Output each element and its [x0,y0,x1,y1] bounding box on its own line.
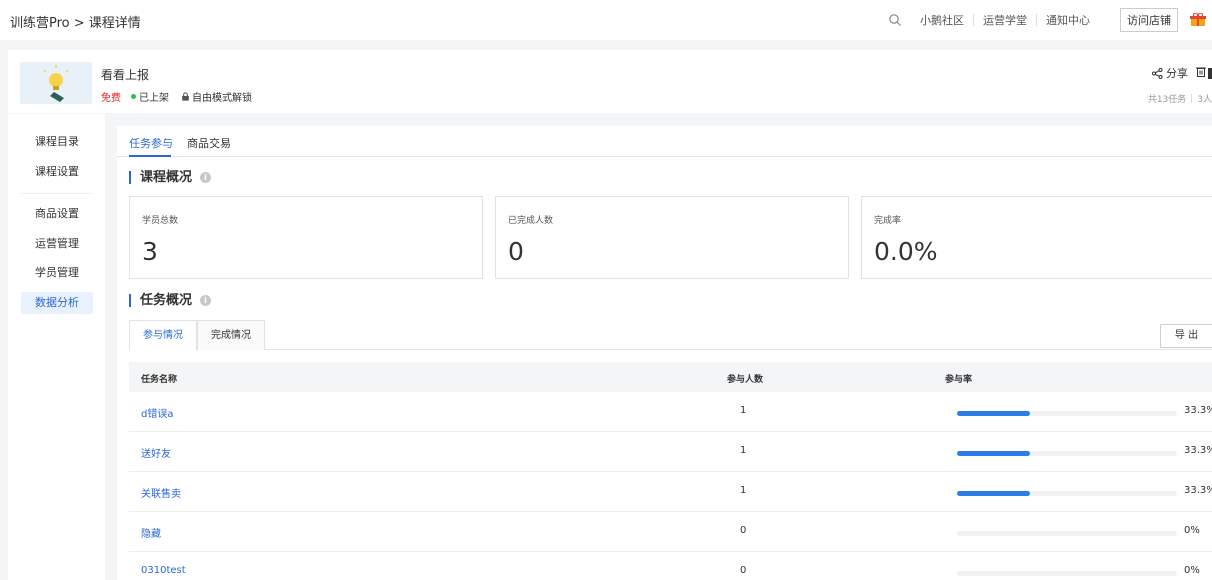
info-icon[interactable]: i [200,172,212,183]
breadcrumb: 训练营Pro > 课程详情 [10,16,141,31]
course-tags: 免费 已上架 自由模式解锁 [101,89,252,104]
top-link-academy[interactable]: 运营学堂 [983,12,1027,28]
section-title-tasks: 任务概况 i [129,293,212,308]
status-badge: 已上架 [131,89,169,104]
task-rate: 0% [1184,565,1200,576]
task-name-link[interactable]: 隐藏 [141,525,161,540]
task-count: 0 [740,525,747,536]
subtab-participation[interactable]: 参与情况 [129,320,197,351]
sidebar-item-product-settings[interactable]: 商品设置 [21,203,93,225]
stat-label: 已完成人数 [508,216,554,226]
table-row: 0310test 0 0% [129,552,1212,580]
divider [1036,14,1037,26]
progress-fill [957,411,1031,416]
top-link-notifications[interactable]: 通知中心 [1046,12,1090,28]
progress-track [957,411,1177,416]
table-row: 送好友 1 33.3% [129,432,1212,472]
stat-label: 学员总数 [142,216,179,226]
task-rate: 33.3% [1184,445,1212,456]
task-rate: 0% [1184,525,1200,536]
stat-value: 0 [508,237,524,266]
task-name-link[interactable]: 送好友 [141,445,171,460]
course-thumbnail [20,62,92,104]
tab-product-trade[interactable]: 商品交易 [187,135,231,151]
table-row: 关联售卖 1 33.3% [129,472,1212,512]
column-header-count: 参与人数 [727,375,764,385]
progress-track [957,571,1177,576]
gift-avatar-icon[interactable] [1190,12,1206,27]
section-title-overview: 课程概况 i [129,170,212,185]
more-action-clip[interactable] [1208,67,1212,79]
share-icon[interactable] [1152,67,1163,79]
task-name-link[interactable]: 关联售卖 [141,485,181,500]
info-icon[interactable]: i [200,295,212,306]
column-header-rate: 参与率 [945,375,973,385]
tab-bar: 任务参与 商品交易 [117,126,1212,157]
stat-label: 完成率 [874,216,902,226]
course-title: 看看上报 [101,68,150,82]
unlock-mode: 自由模式解锁 [181,89,252,104]
lock-icon [182,92,189,101]
subtab-bar: 参与情况 完成情况 [129,320,1212,351]
task-rate: 33.3% [1184,405,1212,416]
visit-store-button[interactable]: 访问店铺 [1120,8,1178,32]
section-title-text: 课程概况 [140,170,193,185]
top-bar: 训练营Pro > 课程详情 小鹅社区 运营学堂 通知中心 访问店铺 [0,0,1212,40]
progress-track [957,531,1177,536]
divider [21,193,93,194]
divider [1191,94,1193,103]
export-button[interactable]: 导 出 [1160,324,1212,348]
share-button[interactable]: 分享 [1166,65,1188,81]
column-header-name: 任务名称 [141,375,178,385]
progress-track [957,451,1177,456]
people-count: 3人 [1197,95,1212,105]
sidebar-item-course-settings[interactable]: 课程设置 [21,161,93,183]
status-label: 已上架 [139,93,169,104]
stat-card-total: 学员总数 3 [129,196,483,279]
task-count: 共13任务 [1147,95,1187,105]
task-name-link[interactable]: d错误a [141,405,173,420]
sidebar-item-students[interactable]: 学员管理 [21,262,93,284]
task-count: 1 [740,445,747,456]
stat-card-completed: 已完成人数 0 [495,196,849,279]
main-panel: 任务参与 商品交易 课程概况 i 学员总数 3 已完成人数 0 完成率 0.0%… [117,126,1212,580]
table-header: 任务名称 参与人数 参与率 [129,362,1212,392]
section-title-text: 任务概况 [140,293,193,308]
task-count: 1 [740,485,747,496]
sidebar-item-analytics[interactable]: 数据分析 [21,292,93,314]
progress-fill [957,491,1031,496]
trash-icon[interactable] [1196,66,1206,80]
progress-fill [957,451,1031,456]
unlock-mode-label: 自由模式解锁 [192,93,252,104]
sidebar-item-catalog[interactable]: 课程目录 [21,131,93,153]
task-rate: 33.3% [1184,485,1212,496]
subtab-completion[interactable]: 完成情况 [197,320,265,350]
stat-value: 3 [142,237,158,266]
course-actions: 分享 [1152,65,1212,81]
course-header: 看看上报 免费 已上架 自由模式解锁 分享 共13任务 3人 [8,50,1212,113]
top-link-community[interactable]: 小鹅社区 [920,12,964,28]
progress-track [957,491,1177,496]
stat-value: 0.0% [874,237,938,266]
divider [973,14,974,26]
task-count: 0 [740,565,747,576]
sidebar-item-operations[interactable]: 运营管理 [21,233,93,255]
search-icon[interactable] [888,13,902,27]
table-row: 隐藏 0 0% [129,512,1212,552]
task-count: 1 [740,405,747,416]
table-row: d错误a 1 33.3% [129,392,1212,432]
price-tag: 免费 [101,93,121,104]
status-dot-icon [131,94,136,99]
side-nav: 课程目录 课程设置 商品设置 运营管理 学员管理 数据分析 [8,114,105,580]
task-name-link[interactable]: 0310test [141,565,186,576]
tab-task-participation[interactable]: 任务参与 [129,135,173,151]
course-meta: 共13任务 3人 [1148,92,1212,105]
top-nav: 小鹅社区 运营学堂 通知中心 访问店铺 [888,0,1212,40]
active-tab-indicator [129,155,171,157]
stat-card-rate: 完成率 0.0% [861,196,1212,279]
